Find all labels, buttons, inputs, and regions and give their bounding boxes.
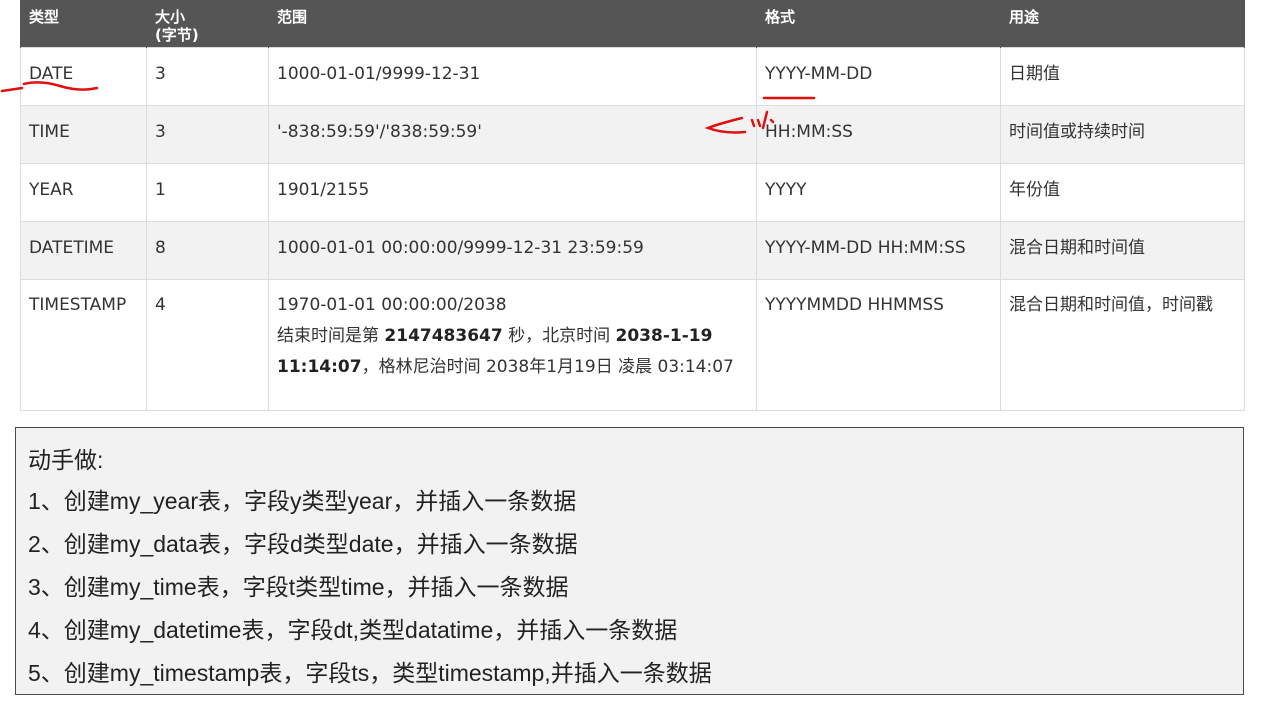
cell-type: TIMESTAMP: [20, 278, 147, 411]
cell-type: DATE: [20, 46, 147, 106]
header-use: 用途: [1000, 0, 1245, 47]
cell-format: HH:MM:SS: [756, 104, 1001, 164]
cell-use: 时间值或持续时间: [1000, 104, 1245, 164]
cell-type: YEAR: [20, 162, 147, 222]
exercise-item: 1、创建my_year表，字段y类型year，并插入一条数据: [28, 488, 577, 514]
cell-type: DATETIME: [20, 220, 147, 280]
header-format: 格式: [756, 0, 1001, 47]
cell-size: 3: [146, 104, 269, 164]
note-bold-seconds: 2147483647: [384, 325, 503, 346]
exercise-item: 3、创建my_time表，字段t类型time，并插入一条数据: [28, 574, 569, 600]
table-header-row: 类型 大小 (字节) 范围 格式 用途: [20, 0, 1245, 47]
cell-format: YYYYMMDD HHMMSS: [756, 278, 1001, 411]
exercise-item: 4、创建my_datetime表，字段dt,类型datatime，并插入一条数据: [28, 617, 678, 643]
table-row: DATE 3 1000-01-01/9999-12-31 YYYY-MM-DD …: [20, 46, 1245, 106]
cell-range: 1970-01-01 00:00:00/2038 结束时间是第 21474836…: [268, 278, 757, 411]
cell-use: 混合日期和时间值: [1000, 220, 1245, 280]
cell-size: 1: [146, 162, 269, 222]
exercise-item: 5、创建my_timestamp表，字段ts，类型timestamp,并插入一条…: [28, 660, 712, 686]
note-text: 结束时间是第: [277, 325, 385, 346]
cell-size: 3: [146, 46, 269, 106]
table-row: YEAR 1 1901/2155 YYYY 年份值: [20, 162, 1245, 222]
cell-type: TIME: [20, 104, 147, 164]
cell-use: 日期值: [1000, 46, 1245, 106]
cell-format: YYYY: [756, 162, 1001, 222]
cell-size: 8: [146, 220, 269, 280]
date-types-table: 类型 大小 (字节) 范围 格式 用途 DATE 3 1000-01-01/99…: [20, 0, 1245, 411]
range-note: 结束时间是第 2147483647 秒，北京时间 2038-1-19 11:14…: [277, 326, 734, 377]
cell-size: 4: [146, 278, 269, 411]
header-type: 类型: [20, 0, 147, 47]
cell-range: 1000-01-01/9999-12-31: [268, 46, 757, 106]
cell-range: '-838:59:59'/'838:59:59': [268, 104, 757, 164]
cell-use: 混合日期和时间值，时间戳: [1000, 278, 1245, 411]
cell-range: 1000-01-01 00:00:00/9999-12-31 23:59:59: [268, 220, 757, 280]
cell-format: YYYY-MM-DD: [756, 46, 1001, 106]
exercise-item: 2、创建my_data表，字段d类型date，并插入一条数据: [28, 531, 578, 557]
range-line: 1970-01-01 00:00:00/2038: [277, 294, 507, 315]
note-text: ，格林尼治时间 2038年1月19日 凌晨 03:14:07: [361, 356, 734, 377]
cell-use: 年份值: [1000, 162, 1245, 222]
cell-format: YYYY-MM-DD HH:MM:SS: [756, 220, 1001, 280]
table-row: TIMESTAMP 4 1970-01-01 00:00:00/2038 结束时…: [20, 278, 1245, 411]
header-range: 范围: [268, 0, 757, 47]
header-size: 大小 (字节): [146, 0, 269, 47]
exercise-box: 动手做: 1、创建my_year表，字段y类型year，并插入一条数据 2、创建…: [15, 427, 1244, 695]
exercise-title: 动手做:: [28, 447, 104, 473]
note-text: 秒，北京时间: [502, 325, 616, 346]
table-row: TIME 3 '-838:59:59'/'838:59:59' HH:MM:SS…: [20, 104, 1245, 164]
cell-range: 1901/2155: [268, 162, 757, 222]
table-row: DATETIME 8 1000-01-01 00:00:00/9999-12-3…: [20, 220, 1245, 280]
